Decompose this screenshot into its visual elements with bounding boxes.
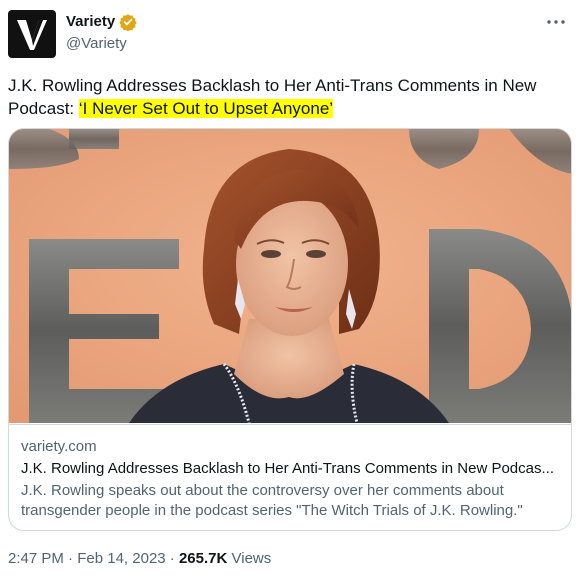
card-description: J.K. Rowling speaks out about the contro… — [21, 482, 523, 519]
tweet-metadata: 2:47 PM · Feb 14, 2023 · 265.7K Views — [8, 549, 271, 569]
card-title: J.K. Rowling Addresses Backlash to Her A… — [21, 460, 554, 477]
views-label: Views — [231, 550, 272, 567]
card-image — [9, 129, 571, 423]
card-domain: variety.com — [21, 438, 97, 455]
separator: · — [68, 550, 74, 567]
tweet-text-highlight: ‘I Never Set Out to Upset Anyone’ — [78, 99, 334, 118]
separator: · — [169, 550, 175, 567]
tweet-date[interactable]: Feb 14, 2023 — [77, 550, 165, 567]
verified-badge-icon — [119, 13, 137, 32]
portrait-photo — [9, 129, 571, 423]
tweet: Variety @Variety J.K. Rowling Addresses … — [0, 0, 580, 580]
tweet-text: J.K. Rowling Addresses Backlash to Her A… — [8, 74, 568, 120]
account-info: Variety @Variety — [66, 12, 137, 54]
display-name[interactable]: Variety — [66, 12, 115, 32]
tweet-time[interactable]: 2:47 PM — [8, 550, 64, 567]
card-body: variety.com J.K. Rowling Addresses Backl… — [9, 424, 571, 530]
variety-logo-icon — [12, 14, 52, 54]
more-dots-icon[interactable] — [544, 12, 568, 32]
link-card[interactable]: variety.com J.K. Rowling Addresses Backl… — [8, 128, 572, 531]
avatar[interactable] — [8, 10, 56, 58]
handle[interactable]: @Variety — [66, 34, 137, 54]
views-count[interactable]: 265.7K — [179, 550, 227, 567]
